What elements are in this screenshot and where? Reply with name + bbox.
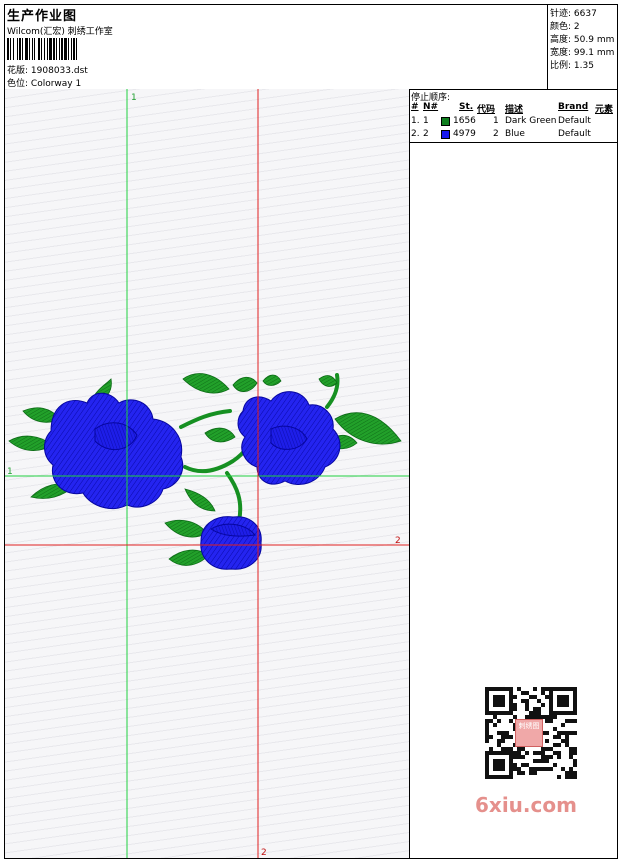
studio-name: Wilcom(汇宏) 刺绣工作室 [7, 27, 113, 37]
embroidery-preview: 1 1 2 2 [5, 89, 409, 858]
design-width: 宽度: 99.1 mm [550, 48, 615, 58]
header-info: 生产作业图 Wilcom(汇宏) 刺绣工作室 花版: 1908033.dst 色… [7, 5, 547, 89]
design-scale: 比例: 1.35 [550, 61, 594, 71]
page-title: 生产作业图 [7, 9, 78, 24]
flowers [44, 391, 341, 570]
leaf-top-4 [262, 374, 282, 386]
colorway-value: Colorway 1 [30, 79, 82, 89]
guide-label-h1: 1 [7, 467, 13, 477]
color-swatch [441, 130, 450, 139]
col-needle: N# [423, 102, 439, 112]
stop-sequence-table: 停止顺序: # N# St. 代码 描述 Brand 元素 1. 1 1656 … [409, 89, 617, 143]
colorway-label: 色位: [7, 79, 29, 89]
table-row[interactable]: 1. 1 1656 1 Dark Green Default [409, 116, 617, 129]
flower-right [237, 391, 341, 485]
design-label: 花版: [7, 66, 29, 76]
design-canvas[interactable]: 1 1 2 2 [5, 89, 410, 858]
stitch-count: 针迹: 6637 [550, 9, 597, 19]
stem-lower [225, 471, 243, 523]
design-file: 1908033.dst [30, 66, 88, 76]
flower-bud [200, 516, 262, 570]
guide-label-v1: 1 [131, 93, 137, 103]
leaf-bud-1 [164, 519, 208, 538]
stem-top [179, 409, 232, 429]
guide-label-h2: 2 [395, 536, 401, 546]
design-file-line: 花版: 1908033.dst [7, 63, 88, 76]
worksheet-header: 生产作业图 Wilcom(汇宏) 刺绣工作室 花版: 1908033.dst 色… [5, 5, 617, 90]
col-code: 代码 [477, 105, 496, 115]
colorway-line: 色位: Colorway 1 [7, 76, 81, 89]
color-count: 颜色: 2 [550, 22, 580, 32]
qr-center-badge: 刺绣图 [515, 719, 543, 747]
stop-sequence-panel: 停止顺序: # N# St. 代码 描述 Brand 元素 1. 1 1656 … [409, 89, 617, 858]
barcode [7, 38, 143, 60]
color-swatch [441, 117, 450, 126]
flower-large-left [44, 392, 184, 509]
leaf-stem-1 [184, 488, 216, 512]
leaf-right-1 [318, 375, 338, 387]
leaf-top-3 [232, 376, 258, 392]
col-description: 描述 [505, 105, 524, 115]
col-element: 元素 [595, 105, 614, 115]
production-worksheet: 生产作业图 Wilcom(汇宏) 刺绣工作室 花版: 1908033.dst 色… [4, 4, 618, 859]
design-height: 高度: 50.9 mm [550, 35, 615, 45]
col-stitches: St. [459, 102, 474, 112]
leaf-stem-2 [204, 427, 236, 443]
qr-code: 刺绣图 [475, 685, 587, 809]
col-seq: # [411, 102, 419, 112]
table-row[interactable]: 2. 2 4979 2 Blue Default [409, 129, 617, 142]
guide-label-v2: 2 [261, 848, 267, 858]
watermark-logo: 6xiu.com [475, 793, 577, 817]
col-brand: Brand [558, 102, 589, 112]
leaf-top-2 [182, 373, 230, 394]
design-stats: 针迹: 6637 颜色: 2 高度: 50.9 mm 宽度: 99.1 mm 比… [547, 5, 618, 89]
